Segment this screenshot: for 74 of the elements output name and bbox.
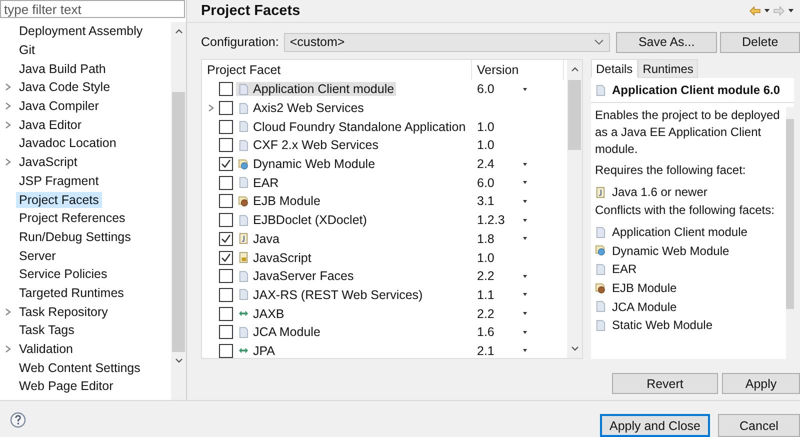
dialog-button[interactable]: Save As... (616, 32, 718, 52)
facet-name[interactable]: JavaScript (236, 250, 314, 265)
version-cell[interactable]: 1.6 (472, 325, 521, 340)
sidebar-item[interactable]: JavaScript (16, 154, 80, 170)
dialog-button[interactable]: Delete (720, 32, 800, 52)
facet-name[interactable]: JAXB (236, 306, 286, 321)
facet-name[interactable]: EJB Module (236, 194, 322, 208)
version-cell[interactable]: 1.1 (472, 288, 521, 302)
sidebar-item[interactable]: Service Policies (16, 266, 110, 282)
sidebar-item[interactable]: Validation (16, 341, 76, 358)
facet-item: Application Client module (612, 225, 748, 240)
version-cell[interactable]: 1.2.3 (472, 213, 521, 228)
facet-name[interactable]: EJBDoclet (XDoclet) (236, 213, 369, 228)
sidebar-item[interactable]: Task Repository (16, 304, 111, 320)
facet-item: JCA Module (612, 300, 677, 314)
sidebar-item[interactable]: Task Tags (16, 322, 78, 338)
dialog-button[interactable]: Cancel (718, 414, 800, 437)
facet-name[interactable]: CXF 2.x Web Services (236, 138, 381, 152)
configuration-label: Configuration: (201, 35, 279, 49)
facet-name[interactable]: JavaServer Faces (236, 269, 356, 284)
description-text: Enables the project to be deployed as a Java EE Application Client module. (595, 107, 781, 158)
facet-name[interactable]: Axis2 Web Services (236, 101, 366, 116)
sidebar-item[interactable]: Git (16, 42, 38, 58)
sidebar-item[interactable]: Java Build Path (16, 60, 109, 77)
sidebar-item[interactable]: Java Code Style (16, 79, 114, 96)
version-cell[interactable]: 2.2 (472, 269, 521, 284)
sidebar-item[interactable]: Web Content Settings (16, 360, 144, 376)
version-cell[interactable]: 3.1 (472, 194, 521, 208)
version-cell[interactable]: 6.0 (472, 176, 521, 190)
facet-name[interactable]: JPA (236, 344, 277, 358)
tab[interactable]: Details (591, 59, 638, 78)
column-header[interactable]: Project Facet (202, 60, 472, 80)
version-cell[interactable]: 6.0 (472, 82, 521, 96)
facet-name[interactable]: JAX-RS (REST Web Services) (236, 288, 425, 302)
sidebar-item[interactable]: Deployment Assembly (16, 23, 146, 40)
facet-item: Java 1.6 or newer (612, 185, 708, 200)
version-cell[interactable]: 1.0 (472, 250, 521, 265)
version-cell[interactable]: 2.4 (472, 157, 521, 172)
requires-heading: Requires the following facet: (595, 162, 747, 179)
facet-title: Application Client module 6.0 (612, 83, 780, 97)
sidebar-item[interactable]: Project Facets (16, 192, 102, 208)
configuration-dropdown[interactable]: <custom> (284, 32, 610, 52)
version-cell[interactable]: 1.8 (472, 232, 521, 246)
sidebar-item[interactable]: Java Compiler (16, 98, 102, 114)
sidebar-item[interactable]: Targeted Runtimes (16, 284, 127, 301)
sidebar-item[interactable]: Run/Debug Settings (16, 228, 134, 245)
facet-item: Dynamic Web Module (612, 244, 730, 258)
facet-name[interactable]: Application Client module (236, 82, 396, 96)
facet-name[interactable]: EAR (236, 176, 281, 190)
sidebar-item[interactable]: Java Editor (16, 116, 85, 133)
facet-name[interactable]: JCA Module (236, 325, 322, 340)
sidebar-item[interactable]: Web Page Editor (16, 378, 116, 394)
page-title: Project Facets (201, 3, 300, 19)
filter-field[interactable]: type filter text (0, 0, 185, 18)
sidebar-item[interactable]: Server (16, 248, 59, 264)
facet-item: EAR (612, 262, 637, 276)
tab[interactable]: Runtimes (638, 59, 698, 78)
facet-name[interactable]: Dynamic Web Module (236, 157, 378, 172)
version-cell[interactable]: 1.0 (472, 120, 521, 134)
dialog-button[interactable]: Revert (612, 373, 718, 394)
facet-name[interactable]: Java (236, 232, 282, 246)
facet-item: Static Web Module (612, 318, 712, 332)
version-cell[interactable]: 2.1 (472, 344, 521, 358)
sidebar-item[interactable]: Javadoc Location (16, 135, 120, 152)
version-cell[interactable]: 1.0 (472, 138, 521, 152)
facet-item: EJB Module (612, 281, 677, 296)
version-cell[interactable]: 2.2 (472, 306, 521, 321)
dialog-button[interactable]: Apply and Close (600, 414, 710, 437)
column-header[interactable]: Version (472, 60, 564, 80)
facet-name[interactable]: Cloud Foundry Standalone Application (236, 120, 468, 134)
conflicts-heading: Conflicts with the following facets: (595, 202, 776, 219)
sidebar-item[interactable]: Project References (16, 210, 128, 226)
sidebar-item[interactable]: JSP Fragment (16, 172, 102, 189)
dialog-button[interactable]: Apply (722, 373, 800, 394)
